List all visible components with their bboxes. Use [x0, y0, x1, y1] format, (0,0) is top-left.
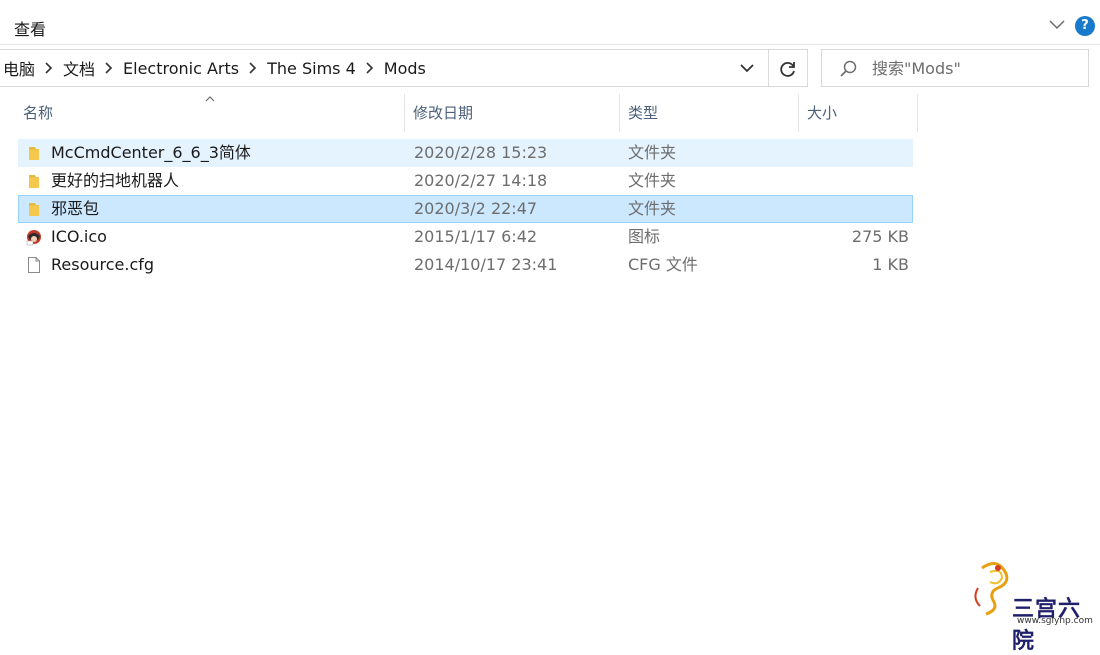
file-type: 文件夹 — [628, 143, 677, 162]
chevron-right-icon[interactable] — [39, 61, 59, 75]
file-row[interactable]: Resource.cfg 2014/10/17 23:41 CFG 文件 1 K… — [18, 251, 913, 279]
file-name: McCmdCenter_6_6_3简体 — [51, 143, 251, 162]
search-icon — [840, 60, 857, 77]
chevron-right-icon[interactable] — [243, 61, 263, 75]
breadcrumb-item-electronic-arts[interactable]: Electronic Arts — [119, 59, 243, 78]
breadcrumb-item-computer[interactable]: 电脑 — [0, 56, 39, 80]
chevron-down-icon[interactable] — [1048, 17, 1066, 31]
file-name: 邪恶包 — [51, 199, 100, 218]
breadcrumb-item-the-sims-4[interactable]: The Sims 4 — [263, 59, 360, 78]
column-header-size[interactable]: 大小 — [800, 94, 918, 132]
search-box[interactable] — [821, 49, 1089, 87]
column-header-type[interactable]: 类型 — [621, 94, 799, 132]
folder-icon — [29, 147, 39, 160]
file-size — [799, 140, 909, 166]
chevron-right-icon[interactable] — [360, 61, 380, 75]
file-size — [799, 196, 909, 222]
address-bar[interactable]: 电脑 文档 Electronic Arts The Sims 4 Mods — [0, 49, 808, 87]
file-type: CFG 文件 — [628, 255, 698, 274]
file-name: ICO.ico — [51, 227, 107, 246]
column-headers: 名称 修改日期 类型 大小 — [0, 94, 920, 132]
file-size: 1 KB — [872, 255, 909, 274]
file-row[interactable]: McCmdCenter_6_6_3简体 2020/2/28 15:23 文件夹 — [18, 139, 913, 167]
chevron-right-icon[interactable] — [99, 61, 119, 75]
breadcrumb-item-mods[interactable]: Mods — [380, 59, 430, 78]
file-name: 更好的扫地机器人 — [51, 171, 180, 190]
column-header-date[interactable]: 修改日期 — [406, 94, 620, 132]
help-button[interactable]: ? — [1075, 16, 1095, 36]
search-input[interactable] — [872, 56, 1082, 80]
column-header-name[interactable]: 名称 — [16, 94, 405, 132]
file-date: 2020/3/2 22:47 — [414, 199, 538, 218]
file-type: 文件夹 — [628, 171, 677, 190]
file-type: 文件夹 — [628, 199, 677, 218]
tab-view[interactable]: 查看 — [14, 16, 46, 40]
file-date: 2020/2/28 15:23 — [414, 143, 548, 162]
folder-icon — [29, 175, 39, 188]
file-row[interactable]: 邪恶包 2020/3/2 22:47 文件夹 — [18, 195, 913, 223]
breadcrumb: 电脑 文档 Electronic Arts The Sims 4 Mods — [0, 50, 430, 86]
file-date: 2020/2/27 14:18 — [414, 171, 548, 190]
file-date: 2015/1/17 6:42 — [414, 227, 538, 246]
file-row[interactable]: ICO.ico 2015/1/17 6:42 图标 275 KB — [18, 223, 913, 251]
folder-icon — [29, 203, 39, 216]
file-size — [799, 168, 909, 194]
divider — [768, 50, 769, 86]
breadcrumb-item-documents[interactable]: 文档 — [59, 56, 99, 80]
watermark-url: www.sglynp.com — [1017, 616, 1093, 626]
file-name: Resource.cfg — [51, 255, 155, 274]
file-row[interactable]: 更好的扫地机器人 2020/2/27 14:18 文件夹 — [18, 167, 913, 195]
file-type: 图标 — [628, 227, 661, 246]
chevron-down-icon[interactable] — [737, 61, 757, 75]
file-date: 2014/10/17 23:41 — [414, 255, 558, 274]
ico-file-icon — [26, 230, 41, 246]
refresh-icon[interactable] — [777, 58, 799, 80]
ribbon-bar: 查看 ? — [0, 0, 1100, 45]
document-file-icon — [28, 257, 40, 273]
file-size: 275 KB — [851, 227, 909, 246]
